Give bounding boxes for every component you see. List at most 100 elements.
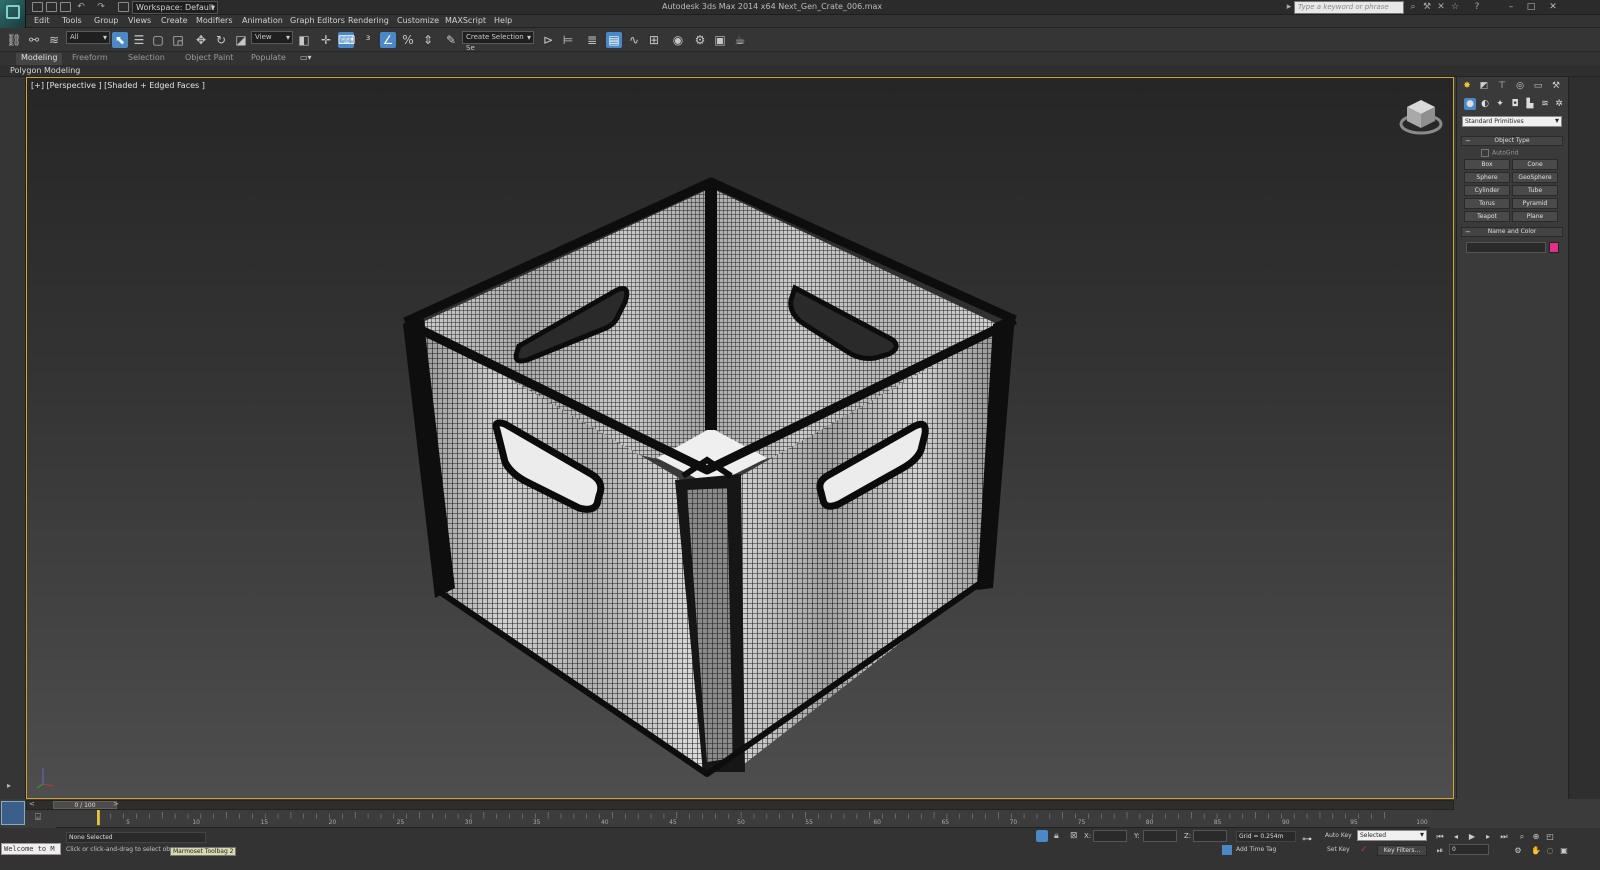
z-coord-field[interactable] bbox=[1193, 830, 1227, 842]
select-and-scale-icon[interactable]: ◪ bbox=[233, 32, 249, 48]
maximize-viewport-icon[interactable]: ▣ bbox=[1558, 845, 1570, 856]
primitive-category-dropdown[interactable]: Standard Primitives bbox=[1462, 116, 1562, 127]
menu-maxscript[interactable]: MAXScript bbox=[445, 16, 486, 25]
render-setup-icon[interactable]: ⚙ bbox=[692, 32, 708, 48]
zoom-icon[interactable]: ⌕ bbox=[1516, 831, 1528, 842]
unlink-icon[interactable]: ⚯ bbox=[26, 32, 42, 48]
project-folder-icon[interactable] bbox=[118, 2, 129, 12]
select-and-rotate-icon[interactable]: ↻ bbox=[213, 32, 229, 48]
menu-edit[interactable]: Edit bbox=[34, 16, 50, 25]
menu-help[interactable]: Help bbox=[494, 16, 512, 25]
time-slider-next-icon[interactable]: > bbox=[113, 800, 119, 808]
menu-group[interactable]: Group bbox=[94, 16, 118, 25]
favorites-icon[interactable]: ☆ bbox=[1450, 2, 1460, 12]
object-color-swatch[interactable] bbox=[1549, 242, 1559, 253]
lights-icon[interactable]: ✦ bbox=[1494, 98, 1506, 110]
select-and-move-icon[interactable]: ✥ bbox=[193, 32, 209, 48]
selection-filter-dropdown[interactable]: All bbox=[66, 31, 110, 44]
selection-lock-icon[interactable]: 🔒︎ bbox=[1054, 831, 1059, 841]
schematic-view-icon[interactable]: ⊞ bbox=[646, 32, 662, 48]
maxscript-listener-input[interactable]: Welcome to M bbox=[1, 843, 61, 855]
snaps-toggle-icon[interactable]: ³ bbox=[360, 32, 376, 48]
time-slider[interactable]: < 0 / 100 > bbox=[26, 800, 1454, 810]
teapot-button[interactable]: Teapot bbox=[1464, 211, 1510, 222]
pivot-center-icon[interactable]: ◧ bbox=[296, 32, 312, 48]
auto-key-button[interactable]: Auto Key bbox=[1325, 832, 1352, 839]
new-file-icon[interactable] bbox=[32, 2, 43, 12]
menu-views[interactable]: Views bbox=[128, 16, 151, 25]
isolate-selection-icon[interactable] bbox=[1036, 830, 1048, 842]
geosphere-button[interactable]: GeoSphere bbox=[1512, 172, 1558, 183]
cone-button[interactable]: Cone bbox=[1512, 159, 1558, 170]
menu-customize[interactable]: Customize bbox=[397, 16, 439, 25]
tab-populate[interactable]: Populate bbox=[251, 53, 286, 62]
zoom-all-icon[interactable]: ⊕ bbox=[1530, 831, 1542, 842]
open-file-icon[interactable] bbox=[46, 2, 57, 12]
go-to-end-icon[interactable]: ⏭ bbox=[1498, 831, 1510, 842]
viewcube[interactable] bbox=[1399, 96, 1443, 136]
plane-button[interactable]: Plane bbox=[1512, 211, 1558, 222]
tab-modeling[interactable]: Modeling bbox=[16, 53, 63, 65]
edit-named-selections-icon[interactable]: ✎ bbox=[443, 32, 459, 48]
angle-snap-icon[interactable]: ∠ bbox=[380, 32, 396, 48]
key-filters-button[interactable]: Key Filters... bbox=[1377, 845, 1427, 856]
tube-button[interactable]: Tube bbox=[1512, 185, 1558, 196]
app-logo-icon[interactable] bbox=[0, 0, 26, 28]
select-by-name-icon[interactable]: ☰ bbox=[131, 32, 147, 48]
polygon-modeling-label[interactable]: Polygon Modeling bbox=[10, 66, 80, 75]
create-tab-icon[interactable]: ✸ bbox=[1460, 80, 1474, 92]
go-to-start-icon[interactable]: ⏮ bbox=[1434, 831, 1446, 842]
hierarchy-tab-icon[interactable]: ⊤ bbox=[1495, 80, 1509, 92]
current-frame-marker[interactable] bbox=[97, 810, 100, 826]
close-button[interactable]: ✕ bbox=[1544, 1, 1562, 13]
tab-object-paint[interactable]: Object Paint bbox=[185, 53, 233, 62]
communication-icon[interactable]: ✕ bbox=[1436, 2, 1446, 12]
x-coord-field[interactable] bbox=[1093, 830, 1127, 842]
space-warps-icon[interactable]: ≋ bbox=[1539, 98, 1551, 110]
previous-frame-icon[interactable]: ◂ bbox=[1450, 831, 1462, 842]
cameras-icon[interactable]: ◘ bbox=[1509, 98, 1521, 110]
time-configuration-icon[interactable]: ⚙ bbox=[1512, 845, 1524, 856]
mirror-icon[interactable]: ⊳ bbox=[540, 32, 556, 48]
key-mode-dropdown[interactable]: Selected bbox=[1357, 830, 1427, 841]
cylinder-button[interactable]: Cylinder bbox=[1464, 185, 1510, 196]
bind-space-warp-icon[interactable]: ≋ bbox=[46, 32, 62, 48]
sphere-button[interactable]: Sphere bbox=[1464, 172, 1510, 183]
select-and-manipulate-icon[interactable]: ✛ bbox=[318, 32, 334, 48]
object-name-field[interactable] bbox=[1466, 242, 1546, 253]
menu-tools[interactable]: Tools bbox=[62, 16, 82, 25]
display-tab-icon[interactable]: ▭ bbox=[1531, 80, 1545, 92]
select-and-link-icon[interactable]: ⛓ bbox=[6, 32, 22, 48]
minimize-button[interactable]: – bbox=[1502, 1, 1520, 13]
next-frame-icon[interactable]: ▸ bbox=[1482, 831, 1494, 842]
autogrid-checkbox[interactable]: AutoGrid bbox=[1481, 149, 1519, 157]
current-frame-field[interactable]: 0 bbox=[1449, 844, 1489, 855]
torus-button[interactable]: Torus bbox=[1464, 198, 1510, 209]
key-mode-toggle-icon[interactable]: ⏯ bbox=[1434, 845, 1446, 856]
menu-animation[interactable]: Animation bbox=[242, 16, 283, 25]
menu-rendering[interactable]: Rendering bbox=[348, 16, 389, 25]
spinner-snap-icon[interactable]: ⇕ bbox=[420, 32, 436, 48]
object-type-rollout[interactable]: Object Type bbox=[1461, 136, 1563, 146]
binoculars-icon[interactable]: ⌕ bbox=[1408, 2, 1418, 12]
menu-modifiers[interactable]: Modifiers bbox=[196, 16, 233, 25]
reference-coordinate-dropdown[interactable]: View bbox=[251, 31, 293, 44]
utilities-tab-icon[interactable]: ⚒ bbox=[1549, 80, 1563, 92]
select-object-icon[interactable]: ⬉ bbox=[112, 32, 128, 48]
box-button[interactable]: Box bbox=[1464, 159, 1510, 170]
perspective-viewport[interactable]: [+] [Perspective ] [Shaded + Edged Faces… bbox=[26, 77, 1454, 799]
graphite-ribbon-icon[interactable]: ▤ bbox=[606, 32, 622, 48]
menu-graph-editors[interactable]: Graph Editors bbox=[290, 16, 345, 25]
helpers-icon[interactable]: ▙ bbox=[1524, 98, 1536, 110]
undo-icon[interactable]: ↶ bbox=[76, 2, 86, 12]
set-key-button[interactable]: Set Key bbox=[1327, 846, 1350, 853]
time-slider-thumb[interactable]: 0 / 100 bbox=[53, 801, 117, 809]
material-editor-icon[interactable]: ◉ bbox=[670, 32, 686, 48]
save-file-icon[interactable] bbox=[60, 2, 71, 12]
curve-editor-icon[interactable]: ∿ bbox=[626, 32, 642, 48]
shapes-icon[interactable]: ◐ bbox=[1479, 98, 1491, 110]
systems-icon[interactable]: ✲ bbox=[1553, 98, 1565, 110]
tab-selection[interactable]: Selection bbox=[128, 53, 165, 62]
pyramid-button[interactable]: Pyramid bbox=[1512, 198, 1558, 209]
percent-snap-icon[interactable]: % bbox=[400, 32, 416, 48]
